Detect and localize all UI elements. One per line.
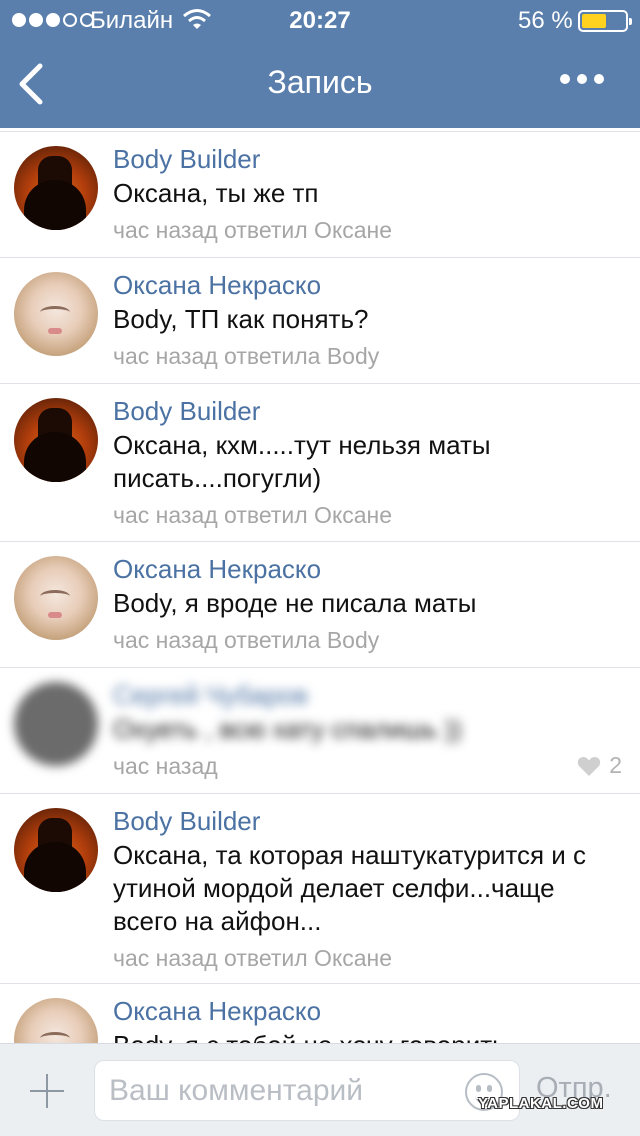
comment-input-box[interactable] [94, 1060, 520, 1121]
avatar[interactable] [14, 556, 98, 640]
comment-composer: Отпр. [0, 1043, 640, 1136]
comment-text: Охуеть , всю хату спалишь )) [113, 714, 462, 744]
status-bar: Билайн 20:27 56 % [0, 0, 640, 40]
comment-author[interactable]: Оксана Некраско [113, 553, 620, 585]
comment-input[interactable] [109, 1071, 449, 1111]
comment-item[interactable]: Body Builder Оксана, та которая наштукат… [0, 794, 640, 984]
header-bar: Билайн 20:27 56 % Запись [0, 0, 640, 128]
avatar[interactable] [14, 146, 98, 230]
comment-meta[interactable]: час назад [113, 751, 620, 781]
avatar[interactable] [14, 682, 98, 766]
page-title: Запись [267, 64, 373, 100]
watermark: YAPLAKAL.COM [478, 1095, 604, 1112]
comment-author[interactable]: Оксана Некраско [113, 995, 620, 1027]
comment-item[interactable]: Body Builder Оксана, ты же тп час назад … [0, 132, 640, 258]
battery-level [582, 14, 606, 28]
comment-text: Body, я вроде не писала маты [113, 588, 477, 618]
comment-text: Оксана, ты же тп [113, 178, 319, 208]
comment-item[interactable]: Body Builder Оксана, кхм.....тут нельзя … [0, 384, 640, 542]
comment-item[interactable]: Сергей Чубаров Охуеть , всю хату спалишь… [0, 668, 640, 794]
like-count: 2 [609, 752, 622, 778]
comment-meta[interactable]: час назад ответил Оксане [113, 500, 620, 530]
avatar[interactable] [14, 398, 98, 482]
more-dots-icon[interactable] [560, 74, 604, 84]
more-dot [577, 74, 587, 84]
comment-author[interactable]: Body Builder [113, 805, 620, 837]
comment-meta[interactable]: час назад ответила Body [113, 625, 620, 655]
like-button[interactable]: 2 [577, 752, 622, 779]
comment-author[interactable]: Сергей Чубаров [113, 679, 620, 711]
comment-item[interactable]: Оксана Некраско Body, ТП как понять? час… [0, 258, 640, 384]
comment-item[interactable]: Оксана Некраско Body, я вроде не писала … [0, 542, 640, 668]
battery-icon [578, 10, 632, 32]
comment-text: Body, ТП как понять? [113, 304, 369, 334]
comment-list: Body Builder Оксана, ты же тп час назад … [0, 128, 640, 1064]
comment-author[interactable]: Body Builder [113, 143, 620, 175]
battery-percent: 56 % [518, 7, 573, 34]
heart-icon [578, 756, 601, 776]
more-dot [594, 74, 604, 84]
comment-meta[interactable]: час назад ответил Оксане [113, 215, 620, 245]
more-dot [560, 74, 570, 84]
comment-meta[interactable]: час назад ответила Body [113, 341, 620, 371]
avatar[interactable] [14, 272, 98, 356]
comment-text: Оксана, кхм.....тут нельзя маты писать..… [113, 430, 491, 493]
comment-meta[interactable]: час назад ответил Оксане [113, 943, 620, 973]
plus-icon[interactable] [30, 1074, 64, 1108]
comment-author[interactable]: Body Builder [113, 395, 620, 427]
comment-text: Оксана, та которая наштукатурится и с ут… [113, 840, 587, 936]
avatar[interactable] [14, 808, 98, 892]
comment-author[interactable]: Оксана Некраско [113, 269, 620, 301]
